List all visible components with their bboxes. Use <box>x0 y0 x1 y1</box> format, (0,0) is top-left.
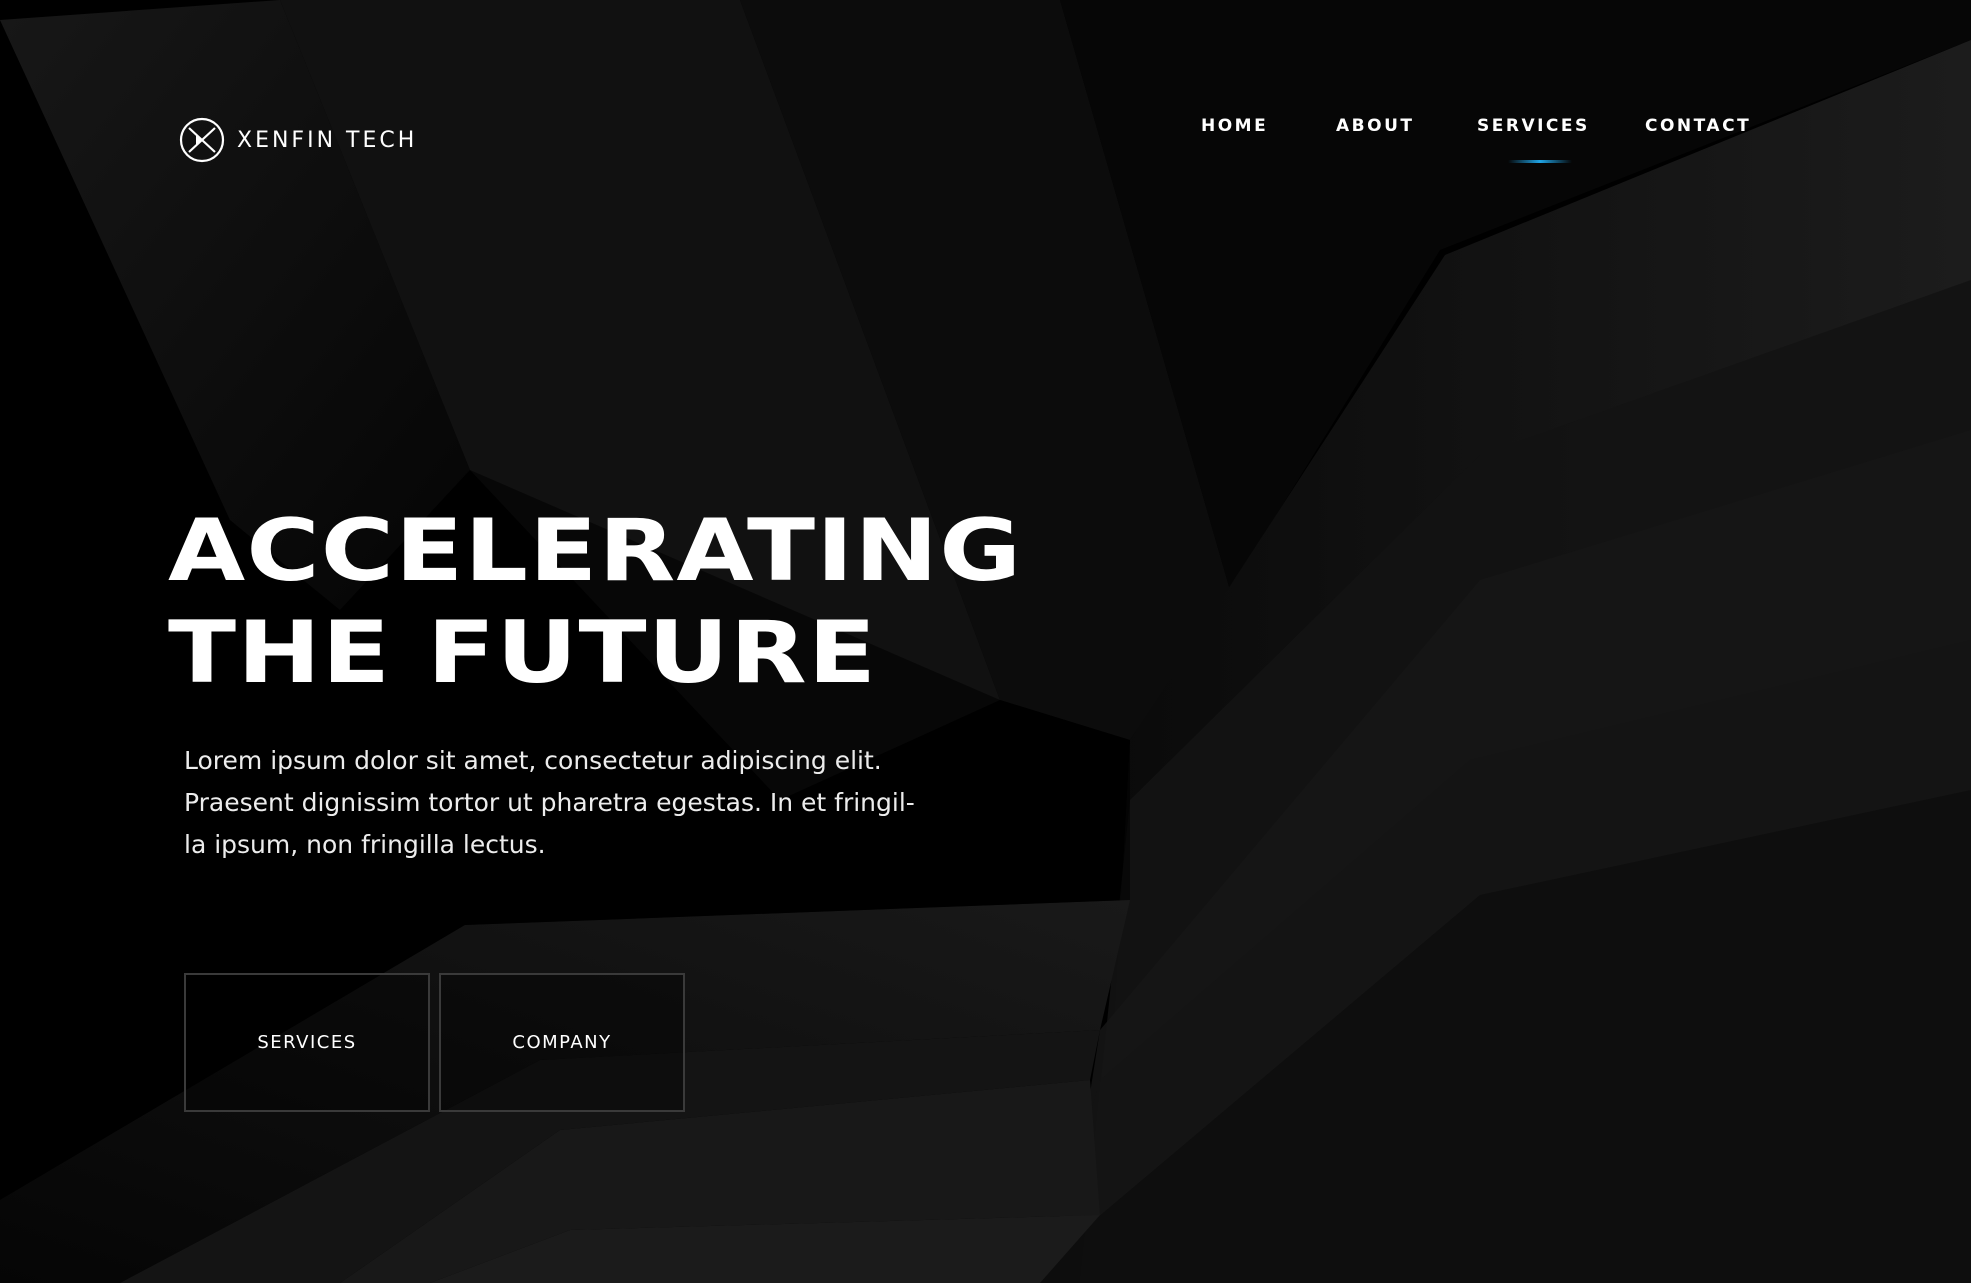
hero-description-line: la ipsum, non fringilla lectus. <box>184 830 546 859</box>
hero-title: ACCELERATING THE FUTURE <box>168 500 1022 704</box>
hero-description-line: Lorem ipsum dolor sit amet, consectetur … <box>184 746 882 775</box>
nav-item-services[interactable]: SERVICES <box>1477 116 1590 136</box>
x-circle-logo-icon <box>179 117 225 163</box>
brand-name: XENFIN TECH <box>237 127 418 153</box>
company-button[interactable]: COMPANY <box>439 973 685 1112</box>
hero-description: Lorem ipsum dolor sit amet, consectetur … <box>184 740 944 866</box>
hero-title-line: THE FUTURE <box>168 603 878 703</box>
landing-page: XENFIN TECH HOME ABOUT SERVICES CONTACT … <box>0 0 1971 1283</box>
nav-item-home[interactable]: HOME <box>1201 116 1268 136</box>
brand-logo-link[interactable]: XENFIN TECH <box>179 117 417 163</box>
main-navigation: HOME ABOUT SERVICES CONTACT <box>1190 116 1790 166</box>
services-button[interactable]: SERVICES <box>184 973 430 1112</box>
nav-item-about[interactable]: ABOUT <box>1336 116 1414 136</box>
hero-description-line: Praesent dignissim tortor ut pharetra eg… <box>184 788 915 817</box>
nav-active-indicator <box>1508 160 1572 163</box>
hero-title-line: ACCELERATING <box>168 501 1023 601</box>
nav-item-contact[interactable]: CONTACT <box>1645 116 1751 136</box>
